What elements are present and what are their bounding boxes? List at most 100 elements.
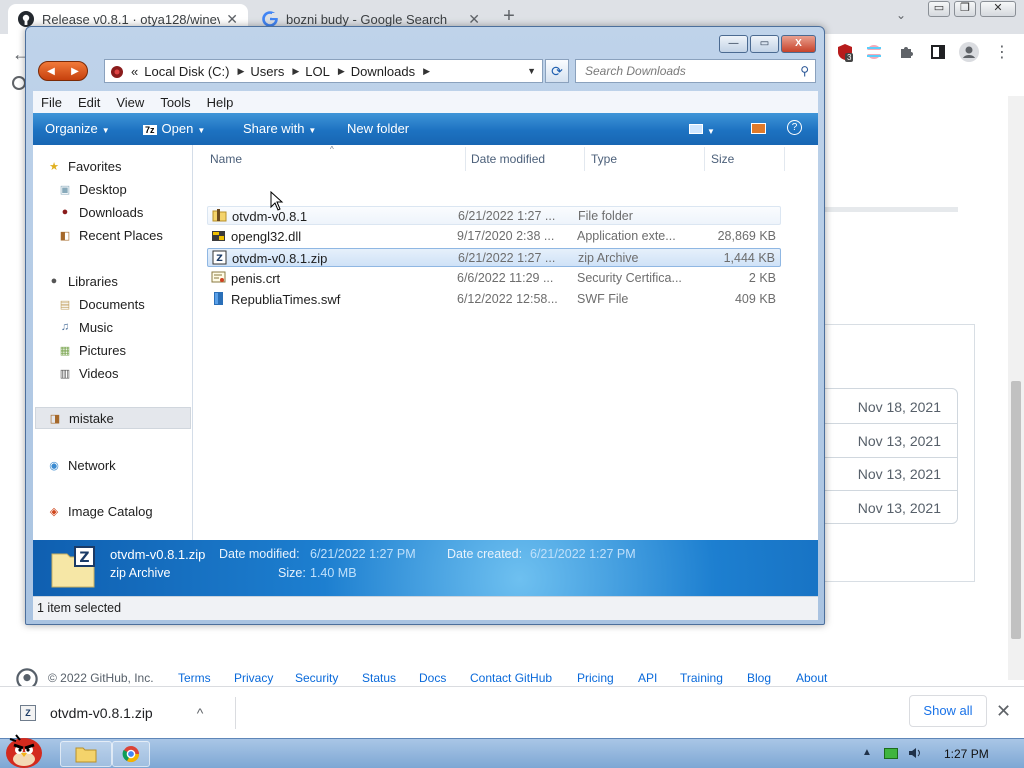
file-row-republiatimes-swf[interactable]: RepubliaTimes.swf 6/12/2022 12:58... SWF… — [207, 290, 781, 309]
taskbar-chrome-button[interactable] — [112, 741, 150, 767]
show-all-downloads-button[interactable]: Show all — [909, 695, 987, 727]
profile-avatar-icon[interactable] — [959, 42, 979, 62]
search-placeholder: Search Downloads — [585, 64, 686, 78]
footer-link-docs[interactable]: Docs — [419, 671, 446, 685]
folder-icon — [75, 747, 97, 763]
menu-tools[interactable]: Tools — [160, 95, 190, 110]
back-forward-buttons[interactable]: ◀ ▶ — [38, 61, 88, 81]
column-header-name[interactable]: Name — [210, 152, 242, 166]
address-bar[interactable]: « Local Disk (C:) ▶ Users ▶ LOL ▶ Downlo… — [104, 59, 543, 83]
browser-tab-title: Release v0.8.1 · otya128/winev — [42, 11, 221, 27]
new-tab-button[interactable]: + — [498, 5, 520, 27]
nav-network[interactable]: ◉ Network — [46, 454, 206, 476]
explorer-minimize-button[interactable]: — — [719, 35, 748, 53]
battery-icon[interactable] — [884, 748, 898, 759]
footer-link-api[interactable]: API — [638, 671, 657, 685]
page-divider — [974, 324, 975, 582]
address-history-dropdown-icon[interactable]: ▼ — [527, 66, 536, 76]
close-tab-icon[interactable]: ✕ — [468, 11, 480, 28]
show-hidden-icons-icon[interactable]: ▲ — [862, 747, 872, 758]
column-header-date-modified[interactable]: Date modified — [471, 152, 545, 166]
download-options-chevron-icon[interactable]: ^ — [197, 705, 204, 721]
extension-flag-icon[interactable] — [864, 42, 884, 62]
explorer-close-button[interactable]: X — [781, 35, 816, 53]
documents-icon: ▤ — [59, 298, 71, 311]
file-row-otvdm-folder[interactable]: otvdm-v0.8.1 6/21/2022 1:27 ... File fol… — [207, 206, 781, 225]
refresh-button[interactable]: ⟳ — [545, 59, 569, 83]
breadcrumb-users[interactable]: Users — [250, 64, 284, 79]
back-arrow-icon[interactable]: ◀ — [47, 66, 55, 77]
file-row-opengl32[interactable]: opengl32.dll 9/17/2020 2:38 ... Applicat… — [207, 227, 781, 246]
tab-search-icon[interactable]: ⌄ — [896, 8, 906, 22]
open-button[interactable]: 7z Open ▼ — [143, 121, 205, 136]
nav-mistake[interactable]: ◨ mistake — [35, 407, 191, 429]
site-info-icon[interactable] — [12, 76, 26, 90]
column-header-size[interactable]: Size — [711, 152, 734, 166]
side-panel-icon[interactable] — [928, 42, 948, 62]
start-button-angry-bird-icon[interactable] — [2, 731, 48, 768]
footer-link-security[interactable]: Security — [295, 671, 338, 685]
menu-help[interactable]: Help — [207, 95, 234, 110]
scrollbar-thumb[interactable] — [1011, 381, 1021, 639]
explorer-maximize-button[interactable]: ▭ — [750, 35, 779, 53]
download-item[interactable]: Z otvdm-v0.8.1.zip ^ — [10, 697, 236, 729]
breadcrumb-downloads[interactable]: Downloads — [351, 64, 415, 79]
footer-link-training[interactable]: Training — [680, 671, 723, 685]
footer-link-about[interactable]: About — [796, 671, 827, 685]
breadcrumb-lol[interactable]: LOL — [305, 64, 330, 79]
extensions-puzzle-icon[interactable] — [896, 42, 916, 62]
extension-shield-icon[interactable]: 3 — [835, 42, 855, 62]
close-download-shelf-icon[interactable]: ✕ — [996, 701, 1011, 722]
menu-file[interactable]: File — [41, 95, 62, 110]
breadcrumb-local-disk[interactable]: Local Disk (C:) — [144, 64, 229, 79]
chevron-right-icon[interactable]: ▶ — [237, 66, 244, 77]
column-header-type[interactable]: Type — [591, 152, 617, 166]
page-scrollbar[interactable] — [1008, 96, 1024, 680]
new-folder-button[interactable]: New folder — [347, 121, 409, 136]
chevron-right-icon[interactable]: ▶ — [292, 66, 299, 77]
close-tab-icon[interactable]: ✕ — [226, 11, 238, 28]
change-view-button[interactable]: ▼ — [689, 122, 715, 137]
help-icon[interactable]: ? — [787, 120, 802, 135]
footer-link-blog[interactable]: Blog — [747, 671, 771, 685]
nav-libraries[interactable]: ● Libraries — [46, 270, 206, 292]
nav-favorites[interactable]: ★ Favorites — [46, 155, 206, 177]
share-with-button[interactable]: Share with ▼ — [243, 121, 316, 136]
music-icon: ♫ — [60, 321, 70, 333]
search-input[interactable]: Search Downloads ⚲ — [575, 59, 816, 83]
menu-bar: File Edit View Tools Help — [33, 91, 818, 113]
footer-link-pricing[interactable]: Pricing — [577, 671, 614, 685]
volume-icon[interactable] — [908, 746, 922, 760]
preview-pane-button[interactable] — [751, 122, 766, 137]
column-separator[interactable] — [465, 147, 466, 171]
nav-image-catalog[interactable]: ◈ Image Catalog — [46, 500, 206, 522]
browser-restore-button[interactable]: ❐ — [954, 1, 976, 17]
footer-link-status[interactable]: Status — [362, 671, 396, 685]
column-separator[interactable] — [584, 147, 585, 171]
column-separator[interactable] — [704, 147, 705, 171]
download-shelf: Z otvdm-v0.8.1.zip ^ Show all ✕ — [0, 686, 1024, 738]
chevron-right-icon[interactable]: ▶ — [423, 66, 430, 77]
file-row-otvdm-zip[interactable]: Z otvdm-v0.8.1.zip 6/21/2022 1:27 ... zi… — [207, 248, 781, 267]
search-icon[interactable]: ⚲ — [800, 60, 809, 82]
file-type: File folder — [578, 209, 633, 223]
preview-pane-icon — [751, 123, 766, 134]
menu-view[interactable]: View — [116, 95, 144, 110]
taskbar-clock[interactable]: 1:27 PM — [944, 747, 989, 761]
refresh-icon: ⟳ — [551, 63, 563, 79]
taskbar-explorer-button[interactable] — [60, 741, 112, 767]
footer-link-privacy[interactable]: Privacy — [234, 671, 273, 685]
forward-arrow-icon[interactable]: ▶ — [71, 66, 79, 77]
chevron-right-icon[interactable]: ▶ — [338, 66, 345, 77]
sort-ascending-icon: ^ — [330, 145, 334, 154]
file-row-penis-crt[interactable]: penis.crt 6/6/2022 11:29 ... Security Ce… — [207, 269, 781, 288]
organize-button[interactable]: Organize ▼ — [45, 121, 110, 136]
footer-link-contact[interactable]: Contact GitHub — [470, 671, 552, 685]
breadcrumb-prefix[interactable]: « — [131, 64, 138, 79]
browser-menu-icon[interactable]: ⋮ — [992, 42, 1012, 62]
browser-close-button[interactable]: ✕ — [980, 1, 1016, 17]
menu-edit[interactable]: Edit — [78, 95, 100, 110]
footer-link-terms[interactable]: Terms — [178, 671, 211, 685]
column-separator[interactable] — [784, 147, 785, 171]
browser-minimize-button[interactable]: ▭ — [928, 1, 950, 17]
